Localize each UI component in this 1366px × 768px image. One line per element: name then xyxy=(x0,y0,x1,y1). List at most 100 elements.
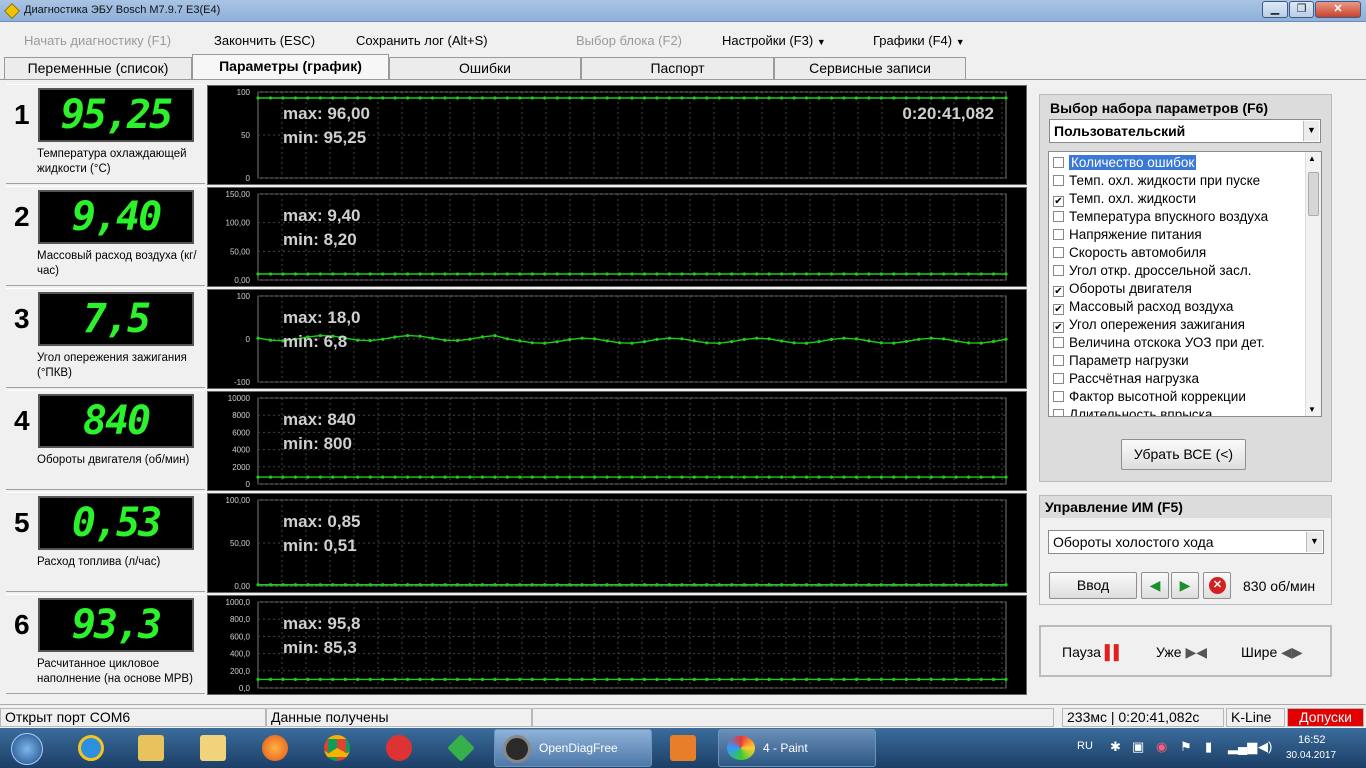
parameter-list[interactable]: Количество ошибок Темп. охл. жидкости при… xyxy=(1048,151,1322,417)
series-point xyxy=(368,583,372,587)
parameter-list-item[interactable]: Скорость автомобиля xyxy=(1053,244,1305,262)
title-bar[interactable]: Диагностика ЭБУ Bosch M7.9.7 E3(E4) ▁ ❐ … xyxy=(0,0,1366,22)
series-point xyxy=(667,336,671,340)
menu-start-diagnostics[interactable]: Начать диагностику (F1) xyxy=(24,33,171,48)
chevron-down-icon[interactable]: ▼ xyxy=(1306,532,1322,552)
checkbox[interactable]: ✔ xyxy=(1053,286,1064,297)
checkbox[interactable] xyxy=(1053,265,1064,276)
firefox-taskbar-button[interactable] xyxy=(248,732,300,765)
ccleaner-taskbar-button[interactable] xyxy=(372,732,424,765)
checkbox[interactable] xyxy=(1053,229,1064,240)
tool-icon xyxy=(447,734,475,762)
wide-button[interactable]: Шире ◀▶ xyxy=(1241,644,1303,661)
explorer-taskbar-button[interactable] xyxy=(124,732,176,765)
series-point xyxy=(256,272,260,276)
parameter-list-item[interactable]: Фактор высотной коррекции xyxy=(1053,388,1305,406)
maximize-button[interactable]: ❐ xyxy=(1289,1,1314,18)
scrollbar-thumb[interactable] xyxy=(1308,172,1319,216)
media-taskbar-button[interactable] xyxy=(656,732,708,765)
series-point xyxy=(829,677,834,681)
chrome-taskbar-button[interactable] xyxy=(310,732,362,765)
parameter-list-item[interactable]: Длительность впрыска xyxy=(1053,406,1305,417)
parameter-list-item[interactable]: Угол откр. дроссельной засл. xyxy=(1053,262,1305,280)
scroll-down-icon[interactable]: ▼ xyxy=(1308,405,1316,414)
checkbox[interactable]: ✔ xyxy=(1053,196,1064,207)
menu-select-block[interactable]: Выбор блока (F2) xyxy=(576,33,682,48)
parameter-graph-1[interactable]: 100 50 0 max: 96,00 min: 95,25 0:20:41,082 xyxy=(207,85,1027,185)
narrow-button[interactable]: Уже ▶◀ xyxy=(1156,644,1207,661)
menu-finish[interactable]: Закончить (ESC) xyxy=(214,33,315,48)
series-point xyxy=(967,677,971,681)
max-label: max: 96,00 xyxy=(283,104,370,123)
network-app-icon[interactable]: ▣ xyxy=(1132,739,1144,755)
battery-icon[interactable]: ▮ xyxy=(1205,739,1212,755)
tab-parameters-graph[interactable]: Параметры (график) xyxy=(192,54,389,79)
checkbox[interactable] xyxy=(1053,391,1064,402)
menu-graphs[interactable]: Графики (F4) ▼ xyxy=(873,33,965,48)
signal-icon[interactable]: ▂▄▆ xyxy=(1228,739,1257,755)
checkbox[interactable] xyxy=(1053,373,1064,384)
remove-all-button[interactable]: Убрать ВСЕ (<) xyxy=(1121,439,1246,470)
parameter-list-item[interactable]: Температура впускного воздуха xyxy=(1053,208,1305,226)
decrease-button[interactable]: ◀ xyxy=(1141,572,1169,599)
start-button[interactable] xyxy=(2,732,54,765)
checkbox[interactable] xyxy=(1053,337,1064,348)
menu-save-log[interactable]: Сохранить лог (Alt+S) xyxy=(356,33,488,48)
parameter-list-item[interactable]: ✔ Обороты двигателя xyxy=(1053,280,1305,298)
y-tick-label: 6000 xyxy=(232,428,250,437)
checkbox[interactable] xyxy=(1053,355,1064,366)
checkbox[interactable] xyxy=(1053,157,1064,168)
tab-service-records[interactable]: Сервисные записи xyxy=(774,57,966,79)
parameter-list-item[interactable]: Величина отскока УОЗ при дет. xyxy=(1053,334,1305,352)
chevron-down-icon[interactable]: ▼ xyxy=(1303,121,1319,141)
stop-button[interactable]: ✕ xyxy=(1203,572,1231,599)
parameter-item-label: Длительность впрыска xyxy=(1069,407,1213,417)
parameter-list-item[interactable]: Рассчётная нагрузка xyxy=(1053,370,1305,388)
parameter-list-item[interactable]: ✔ Темп. охл. жидкости xyxy=(1053,190,1305,208)
opendiag-taskbar-button[interactable]: OpenDiagFree xyxy=(494,729,652,767)
parameter-graph-6[interactable]: 1000,0 800,0 600,0 400,0 200,0 0,0 max: 95,8 mi… xyxy=(207,595,1027,695)
ie-taskbar-button[interactable] xyxy=(64,732,116,765)
tab-errors[interactable]: Ошибки xyxy=(389,57,581,79)
pause-button[interactable]: Пауза ▌▌ xyxy=(1062,644,1124,660)
volume-icon[interactable]: ◀) xyxy=(1258,739,1272,755)
clock-time[interactable]: 16:52 xyxy=(1298,734,1326,746)
parameter-graph-2[interactable]: 150,00 100,00 50,00 0,00 max: 9,40 min: 8,20 xyxy=(207,187,1027,287)
mail-taskbar-button[interactable] xyxy=(186,732,238,765)
series-point xyxy=(306,583,310,587)
checkbox[interactable] xyxy=(1053,175,1064,186)
parameter-list-item[interactable]: Параметр нагрузки xyxy=(1053,352,1305,370)
parameter-list-item[interactable]: Напряжение питания xyxy=(1053,226,1305,244)
minimize-button[interactable]: ▁ xyxy=(1262,1,1288,18)
tolerances-button[interactable]: Допуски xyxy=(1287,708,1364,727)
checkbox[interactable] xyxy=(1053,247,1064,258)
checkbox[interactable]: ✔ xyxy=(1053,304,1064,315)
language-indicator[interactable]: RU xyxy=(1077,740,1093,752)
actuator-select[interactable]: Обороты холостого хода ▼ xyxy=(1048,530,1324,554)
bluetooth-icon[interactable]: ✱ xyxy=(1110,739,1121,755)
enter-button[interactable]: Ввод xyxy=(1049,572,1137,599)
menu-settings[interactable]: Настройки (F3) ▼ xyxy=(722,33,826,48)
parameter-list-scrollbar[interactable]: ▲ ▼ xyxy=(1305,152,1321,416)
scroll-up-icon[interactable]: ▲ xyxy=(1308,154,1316,163)
parameter-list-item[interactable]: ✔ Массовый расход воздуха xyxy=(1053,298,1305,316)
parameter-graph-3[interactable]: 100 0 -100 max: 18,0 min: 6,8 xyxy=(207,289,1027,389)
tab-passport[interactable]: Паспорт xyxy=(581,57,774,79)
parameter-graph-4[interactable]: 10000 8000 6000 4000 2000 0 max: 840 min: 800 xyxy=(207,391,1027,491)
checkbox[interactable] xyxy=(1053,409,1064,416)
parameter-list-item[interactable]: ✔ Угол опережения зажигания xyxy=(1053,316,1305,334)
tab-variables-list[interactable]: Переменные (список) xyxy=(4,57,192,79)
parameter-graph-5[interactable]: 100,00 50,00 0,00 max: 0,85 min: 0,51 xyxy=(207,493,1027,593)
checkbox[interactable] xyxy=(1053,211,1064,222)
parameter-list-item[interactable]: Темп. охл. жидкости при пуске xyxy=(1053,172,1305,190)
opera-icon[interactable]: ◉ xyxy=(1156,739,1167,755)
clock-date[interactable]: 30.04.2017 xyxy=(1286,750,1336,761)
parameter-list-item[interactable]: Количество ошибок xyxy=(1053,154,1305,172)
diag-tool-taskbar-button[interactable] xyxy=(434,732,486,765)
close-button[interactable]: ✕ xyxy=(1315,1,1361,18)
checkbox[interactable]: ✔ xyxy=(1053,322,1064,333)
paint-taskbar-button[interactable]: 4 - Paint xyxy=(718,729,876,767)
parameter-set-select[interactable]: Пользовательский ▼ xyxy=(1049,119,1321,143)
flag-icon[interactable]: ⚑ xyxy=(1180,739,1192,755)
increase-button[interactable]: ▶ xyxy=(1171,572,1199,599)
